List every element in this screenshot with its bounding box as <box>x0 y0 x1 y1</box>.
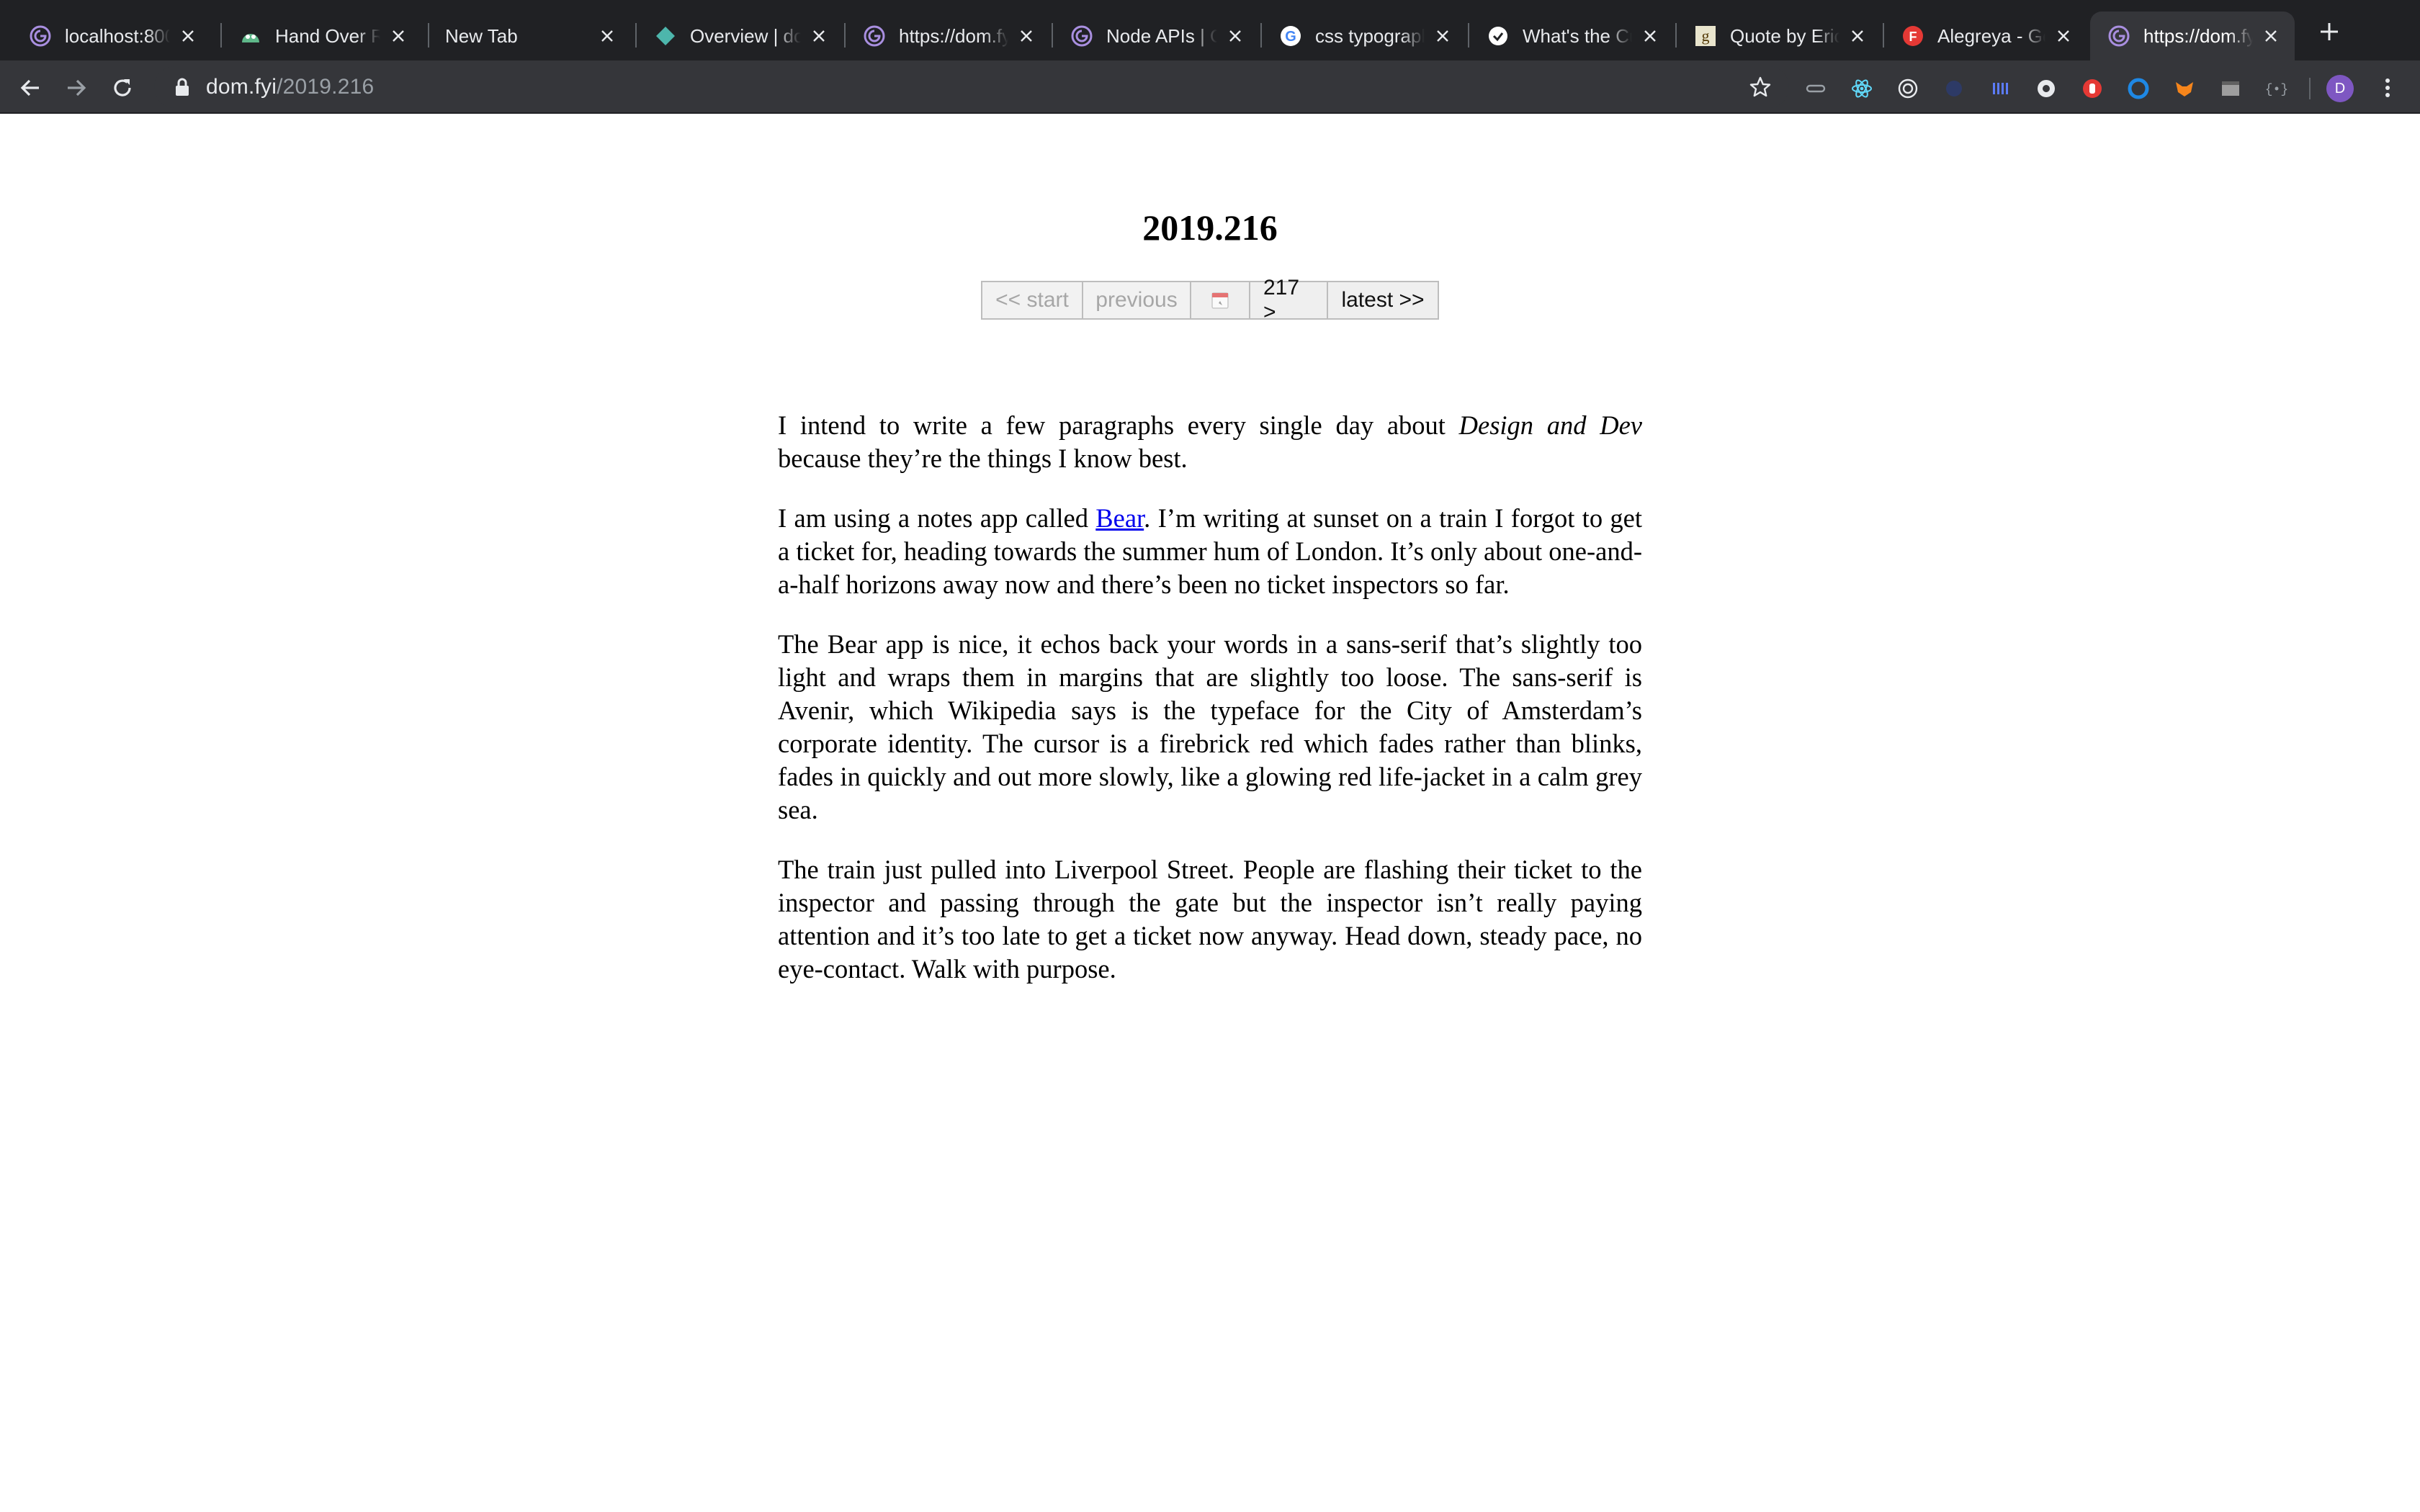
tab-node-apis[interactable]: Node APIs | G <box>1053 12 1259 60</box>
close-icon[interactable] <box>598 27 617 45</box>
toolbar-divider <box>2309 78 2311 99</box>
svg-text:g: g <box>1702 27 1710 45</box>
svg-text:{•}: {•} <box>2266 83 2287 97</box>
browser-toolbar: dom.fyi/2019.216 {•} D <box>0 60 2420 114</box>
tab-localhost[interactable]: localhost:8000 <box>12 12 212 60</box>
tab-title: css typograph <box>1315 24 1425 47</box>
google-icon: G <box>1279 24 1302 48</box>
tab-title: Alegreya - Go <box>1937 24 2045 47</box>
close-icon[interactable] <box>1433 27 1452 45</box>
arrow-right-icon <box>68 79 86 96</box>
start-button[interactable]: << start <box>982 282 1083 318</box>
profile-avatar[interactable]: D <box>2326 75 2354 102</box>
bookmark-star-icon[interactable] <box>1746 73 1775 102</box>
close-icon[interactable] <box>1226 27 1245 45</box>
tab-alegreya[interactable]: F Alegreya - Go <box>1884 12 2087 60</box>
pagination: << start previous 217 > latest >> <box>981 276 1439 324</box>
reload-icon <box>114 79 131 96</box>
calendar-icon <box>1211 292 1229 309</box>
bear-link[interactable]: Bear <box>1095 503 1144 533</box>
gatsby-icon <box>1070 24 1093 48</box>
extension-target-icon[interactable] <box>1897 78 1919 99</box>
close-icon[interactable] <box>2054 27 2073 45</box>
goodreads-icon: g <box>1694 24 1717 48</box>
extension-circle-icon[interactable] <box>2035 78 2057 99</box>
tab-title: https://dom.fy <box>899 24 1008 47</box>
fonts-icon: F <box>1901 24 1924 48</box>
check-circle-icon <box>1487 24 1510 48</box>
extension-blue-ring-icon[interactable] <box>2128 78 2149 99</box>
gatsby-icon <box>2107 24 2130 48</box>
page-title: 2019.216 <box>1142 207 1278 248</box>
extension-code-icon[interactable] <box>1805 78 1827 99</box>
extension-brackets-icon[interactable]: {•} <box>2266 78 2287 99</box>
tab-title: Node APIs | G <box>1106 24 1217 47</box>
back-button[interactable] <box>16 73 45 102</box>
tab-title: What's the Cu <box>1523 24 1632 47</box>
diamond-icon <box>654 24 677 48</box>
new-tab-button[interactable] <box>2315 17 2344 46</box>
extension-dark-icon[interactable] <box>1943 78 1965 99</box>
paragraph-text: I intend to write a few paragraphs every… <box>778 410 1459 440</box>
gatsby-icon <box>863 24 886 48</box>
tab-title: New Tab <box>445 24 518 47</box>
paragraph: The train just pulled into Liverpool Str… <box>778 855 1642 984</box>
close-icon[interactable] <box>1017 27 1036 45</box>
extension-hand-icon[interactable] <box>2081 78 2103 99</box>
previous-button[interactable]: previous <box>1083 282 1191 318</box>
paragraph: The Bear app is nice, it echos back your… <box>778 629 1642 824</box>
tab-dom-fyi-active[interactable]: https://dom.fy <box>2090 12 2295 60</box>
tab-title: https://dom.fy <box>2143 24 2253 47</box>
tab-title: Hand Over Re <box>275 24 380 47</box>
netlify-icon <box>239 24 262 48</box>
tab-title: localhost:8000 <box>65 24 170 47</box>
close-icon[interactable] <box>389 27 408 45</box>
menu-dots-icon[interactable] <box>2377 73 2398 102</box>
tab-whats-the[interactable]: What's the Cu <box>1469 12 1674 60</box>
calendar-button[interactable] <box>1191 282 1250 318</box>
url-text: dom.fyi/2019.216 <box>206 75 374 99</box>
close-icon[interactable] <box>1641 27 1659 45</box>
tab-strip: localhost:8000 Hand Over Re New Tab Over… <box>0 0 2420 60</box>
tab-css-typography[interactable]: G css typograph <box>1262 12 1466 60</box>
tab-dom-fyi[interactable]: https://dom.fy <box>846 12 1050 60</box>
extension-react-icon[interactable] <box>1851 78 1873 99</box>
extension-window-icon[interactable] <box>2220 78 2241 99</box>
arrow-left-icon <box>20 79 39 96</box>
extension-bars-icon[interactable] <box>1989 78 2011 99</box>
plus-icon <box>2321 23 2338 40</box>
paragraph: I intend to write a few paragraphs every… <box>778 409 1642 475</box>
paragraph-text: I am using a notes app called <box>778 503 1096 533</box>
gatsby-icon <box>29 24 52 48</box>
tab-title: Overview | do <box>690 24 801 47</box>
close-icon[interactable] <box>179 27 197 45</box>
tab-title: Quote by Eric <box>1730 24 1839 47</box>
forward-button[interactable] <box>62 73 91 102</box>
next-button[interactable]: 217 > <box>1250 276 1328 324</box>
svg-text:G: G <box>1285 29 1296 45</box>
lock-icon <box>174 78 190 96</box>
svg-text:F: F <box>1909 30 1917 44</box>
close-icon[interactable] <box>810 27 828 45</box>
tab-hand-over[interactable]: Hand Over Re <box>222 12 422 60</box>
tab-quote-by-eric[interactable]: g Quote by Eric <box>1677 12 1881 60</box>
close-icon[interactable] <box>2262 27 2280 45</box>
close-icon[interactable] <box>1848 27 1867 45</box>
article-body: I intend to write a few paragraphs every… <box>778 409 1642 1012</box>
latest-button[interactable]: latest >> <box>1328 282 1438 318</box>
tab-overview[interactable]: Overview | do <box>637 12 843 60</box>
reload-button[interactable] <box>108 73 137 102</box>
address-bar[interactable]: dom.fyi/2019.216 <box>154 66 1789 108</box>
url-path: /2019.216 <box>277 75 375 99</box>
page-content: 2019.216 << start previous 217 > latest … <box>0 114 2420 1512</box>
extension-fox-icon[interactable] <box>2174 78 2195 99</box>
url-host: dom.fyi <box>206 75 277 99</box>
emphasis-text: Design and Dev <box>1458 410 1642 440</box>
paragraph: I am using a notes app called Bear. I’m … <box>778 502 1642 601</box>
paragraph-text: because they’re the things I know best. <box>778 444 1188 473</box>
tab-new-tab[interactable]: New Tab <box>429 12 631 60</box>
